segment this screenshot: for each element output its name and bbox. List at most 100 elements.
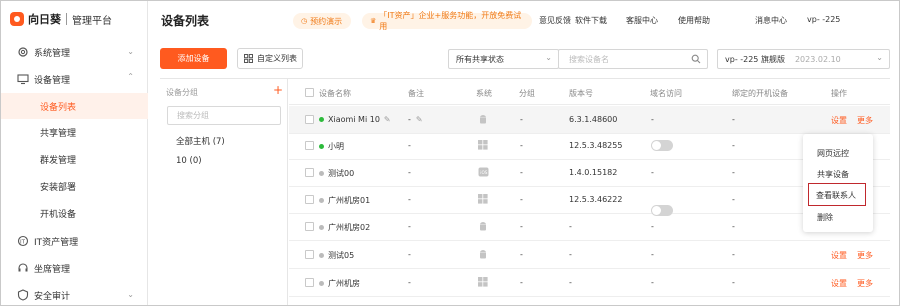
- edit-name-icon[interactable]: ✎: [384, 115, 391, 124]
- row-checkbox[interactable]: [305, 168, 314, 177]
- platform-name: 管理平台: [72, 15, 112, 27]
- demo-booking-badge[interactable]: ◷ 预约演示: [293, 13, 351, 29]
- group-item-10[interactable]: 10 (0): [176, 156, 202, 166]
- edit-remark-icon[interactable]: ✎: [416, 115, 423, 124]
- sidebar-item-label: 系统管理: [34, 48, 71, 59]
- status-dot: [319, 144, 324, 149]
- more-link[interactable]: 更多: [857, 250, 873, 261]
- remark-cell: -: [408, 250, 411, 259]
- sidebar-item-audit[interactable]: 安全审计 ⌄: [1, 282, 148, 305]
- demo-booking-label: 预约演示: [310, 16, 343, 26]
- sidebar-item-seat[interactable]: 坐席管理: [1, 255, 148, 281]
- row-checkbox[interactable]: [305, 222, 314, 231]
- select-all-checkbox[interactable]: [305, 88, 314, 97]
- table-row[interactable]: [289, 213, 890, 241]
- monitor-icon: [17, 74, 29, 85]
- version-cell: 12.5.3.46222: [569, 195, 623, 204]
- group-cell: -: [520, 250, 523, 259]
- remark-value: -: [408, 278, 411, 287]
- menu-item-delete[interactable]: 删除: [817, 212, 833, 223]
- group-search-placeholder: 搜索分组: [177, 111, 209, 120]
- domain-access-toggle[interactable]: [651, 140, 673, 151]
- device-name-cell: 测试00: [319, 168, 354, 179]
- chevron-down-icon: ⌄: [127, 290, 134, 299]
- android-icon: [478, 114, 488, 128]
- sunflower-logo-icon: [10, 12, 24, 26]
- row-checkbox[interactable]: [305, 250, 314, 259]
- sidebar-item-label: 开机设备: [40, 209, 77, 220]
- plan-select[interactable]: vp- -225 旗舰版 2023.02.10 ⌄: [717, 49, 890, 69]
- status-dot: [319, 253, 324, 258]
- brand-name: 向日葵: [28, 13, 61, 26]
- sidebar-item-boot-device[interactable]: 开机设备: [1, 200, 148, 226]
- row-checkbox[interactable]: [305, 278, 314, 287]
- table-row[interactable]: [289, 241, 890, 269]
- sidebar-item-bulk-send[interactable]: 群发管理: [1, 146, 148, 172]
- more-link[interactable]: 更多: [857, 115, 873, 126]
- menu-item-share-device[interactable]: 共享设备: [817, 169, 849, 180]
- device-search-input[interactable]: 搜索设备名: [558, 49, 708, 69]
- group-cell: -: [520, 115, 523, 124]
- domain-access-cell: -: [651, 115, 654, 124]
- device-name[interactable]: 测试00: [328, 169, 354, 178]
- version-cell: -: [569, 278, 572, 287]
- settings-link[interactable]: 设置: [831, 278, 847, 289]
- remark-cell: -: [408, 195, 411, 204]
- device-name[interactable]: 测试05: [328, 251, 354, 260]
- share-status-select[interactable]: 所有共享状态 ⌄: [448, 49, 559, 69]
- row-checkbox[interactable]: [305, 115, 314, 124]
- group-search-input[interactable]: 搜索分组: [167, 106, 281, 125]
- sidebar-item-device[interactable]: 设备管理 ⌃: [1, 66, 148, 92]
- custom-list-label: 自定义列表: [257, 54, 297, 63]
- help-link[interactable]: 使用帮助: [678, 15, 710, 26]
- grid-icon: [244, 54, 253, 63]
- sidebar-item-label: 设备管理: [34, 75, 71, 86]
- windows-icon: [478, 140, 488, 153]
- feedback-link[interactable]: 意见反馈: [539, 15, 571, 26]
- device-name[interactable]: 广州机房: [328, 279, 360, 288]
- sidebar-item-install-deploy[interactable]: 安装部署: [1, 173, 148, 199]
- android-icon: [478, 221, 488, 235]
- column-group: 分组: [519, 89, 535, 98]
- remark-value: -: [408, 222, 411, 231]
- row-checkbox[interactable]: [305, 141, 314, 150]
- remark-cell: -: [408, 168, 411, 177]
- download-link[interactable]: 软件下载: [575, 15, 607, 26]
- it-asset-icon: IT: [17, 235, 29, 247]
- group-cell: -: [520, 222, 523, 231]
- message-center-link[interactable]: 消息中心: [755, 15, 787, 26]
- version-cell: -: [569, 222, 572, 231]
- sidebar-item-share-manage[interactable]: 共享管理: [1, 119, 148, 145]
- menu-item-view-contacts[interactable]: 查看联系人: [816, 190, 856, 201]
- version-cell: 6.3.1.48600: [569, 115, 618, 124]
- device-name[interactable]: 广州机房01: [328, 196, 370, 205]
- status-dot: [319, 117, 324, 122]
- support-center-link[interactable]: 客服中心: [626, 15, 658, 26]
- sidebar-item-it-assets[interactable]: IT IT资产管理: [1, 228, 148, 254]
- device-name-cell: 广州机房02: [319, 222, 370, 233]
- row-checkbox[interactable]: [305, 195, 314, 204]
- sidebar-item-label: 群发管理: [40, 155, 77, 166]
- group-item-all[interactable]: 全部主机 (7): [176, 135, 225, 147]
- table-row[interactable]: [289, 269, 890, 297]
- device-name-cell: Xiaomi Mi 10 ✎: [319, 115, 391, 124]
- device-name[interactable]: 广州机房02: [328, 223, 370, 232]
- add-group-icon[interactable]: +: [273, 83, 283, 97]
- device-name[interactable]: Xiaomi Mi 10: [328, 115, 380, 124]
- remark-value: -: [408, 168, 411, 177]
- custom-list-button[interactable]: 自定义列表: [237, 48, 303, 69]
- device-name[interactable]: 小明: [328, 142, 344, 151]
- status-dot: [319, 225, 324, 230]
- remark-cell: -: [408, 222, 411, 231]
- settings-link[interactable]: 设置: [831, 250, 847, 261]
- it-asset-promo-badge[interactable]: ♛ 「IT资产」企业+服务功能，开放免费试用: [362, 11, 532, 31]
- bound-boot-device-cell: -: [732, 278, 735, 287]
- sidebar-item-device-list[interactable]: 设备列表: [1, 93, 148, 119]
- sidebar-item-system[interactable]: 系统管理 ⌄: [1, 39, 148, 65]
- menu-item-web-remote[interactable]: 网页远控: [817, 148, 849, 159]
- account-name[interactable]: vp- -225: [807, 15, 840, 24]
- share-status-value: 所有共享状态: [456, 54, 504, 64]
- more-link[interactable]: 更多: [857, 278, 873, 289]
- settings-link[interactable]: 设置: [831, 115, 847, 126]
- add-device-button[interactable]: 添加设备: [160, 48, 227, 69]
